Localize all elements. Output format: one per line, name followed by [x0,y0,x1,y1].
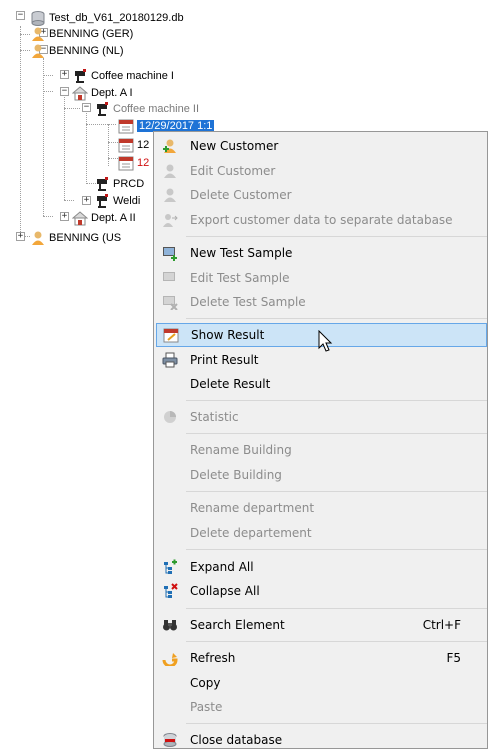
menu-item-expand-all[interactable]: Expand All [156,555,487,579]
tree-item-customer[interactable]: BENNING (US [30,229,121,246]
menu-item-refresh[interactable]: Refresh F5 [156,646,487,670]
binoculars-icon [162,617,178,633]
blank-icon [162,376,178,392]
pie-chart-icon [162,409,178,425]
tree-item-database[interactable]: Test_db_V61_20180129.db [30,9,184,26]
collapse-toggle[interactable]: − [60,87,69,96]
tree-line [20,26,21,234]
tree-item-test-sample[interactable]: PRCD [94,175,144,192]
menu-item-rename-building[interactable]: Rename Building [156,438,487,462]
tree-item-customer[interactable]: BENNING (GER) [30,25,133,42]
plug-icon [94,176,110,192]
add-customer-icon [162,138,178,154]
customer-icon [30,230,46,246]
tree-item-department[interactable]: Dept. A II [71,209,136,226]
mouse-pointer-icon [318,330,333,352]
tree-item-label: PRCD [113,177,145,190]
edit-customer-icon [162,163,178,179]
tree-item-label: 12 [137,156,150,169]
menu-item-new-test-sample[interactable]: New Test Sample [156,241,487,265]
tree-line [86,108,87,184]
delete-sample-icon [162,294,178,310]
tree-item-test-sample[interactable]: Coffee machine II [94,100,199,117]
blank-icon [162,675,178,691]
tree-item-label: Coffee machine I [91,69,174,82]
tree-item-label: BENNING (GER) [49,27,134,40]
tree-item-label: Dept. A I [91,86,133,99]
tree-line [43,58,44,216]
expand-toggle[interactable]: + [60,212,69,221]
calendar-icon [118,137,134,153]
edit-sample-icon [162,270,178,286]
menu-item-rename-department[interactable]: Rename department [156,496,487,520]
tree-item-label: BENNING (US [49,231,122,244]
building-icon [71,210,89,226]
tree-item-label: BENNING (NL) [49,44,124,57]
collapse-toggle[interactable]: − [16,11,25,20]
building-icon [71,85,89,101]
menu-item-delete-department[interactable]: Delete departement [156,521,487,545]
menu-item-statistic[interactable]: Statistic [156,405,487,429]
tree-item-test-sample[interactable]: Coffee machine I [72,67,174,84]
database-icon [30,10,46,26]
blank-icon [162,467,178,483]
menu-item-collapse-all[interactable]: Collapse All [156,579,487,603]
expand-tree-icon [162,559,178,575]
menu-item-delete-result[interactable]: Delete Result [156,372,487,396]
shortcut-label: F5 [446,651,461,665]
blank-icon [162,442,178,458]
tree-item-label: 12 [137,138,150,151]
plug-icon [94,193,110,209]
menu-item-new-customer[interactable]: New Customer [156,134,487,158]
show-result-icon [163,327,179,343]
refresh-icon [162,650,178,666]
close-database-icon [162,732,178,748]
customer-icon [30,26,46,42]
tree-item-label: Test_db_V61_20180129.db [49,11,184,24]
blank-icon [162,699,178,715]
tree-item-label: Coffee machine II [113,102,200,115]
tree-item-result[interactable]: 12 [118,154,149,171]
context-menu: New Customer Edit Customer Delete Custom… [153,131,488,749]
tree-item-customer[interactable]: BENNING (NL) [30,42,124,59]
plug-icon [94,101,110,117]
tree-item-result[interactable]: 12 [118,136,149,153]
menu-item-edit-test-sample[interactable]: Edit Test Sample [156,266,487,290]
tree-item-test-sample[interactable]: Weldi [94,192,140,209]
menu-item-delete-building[interactable]: Delete Building [156,463,487,487]
calendar-icon [118,155,134,171]
menu-item-copy[interactable]: Copy [156,671,487,695]
menu-item-export-customer[interactable]: Export customer data to separate databas… [156,208,487,232]
tree-item-label: Dept. A II [91,211,136,224]
collapse-toggle[interactable]: − [82,103,91,112]
blank-icon [162,525,178,541]
menu-item-search-element[interactable]: Search Element Ctrl+F [156,613,487,637]
tree-item-department[interactable]: Dept. A I [71,84,133,101]
blank-icon [162,500,178,516]
menu-item-delete-test-sample[interactable]: Delete Test Sample [156,290,487,314]
export-customer-icon [162,212,178,228]
tree-item-label: 12/29/2017 1:1 [137,119,215,132]
menu-item-delete-customer[interactable]: Delete Customer [156,183,487,207]
tree-item-label: Weldi [113,194,141,207]
new-sample-icon [162,245,178,261]
menu-item-paste[interactable]: Paste [156,695,487,719]
tree-line [108,124,109,166]
menu-item-edit-customer[interactable]: Edit Customer [156,159,487,183]
calendar-icon [118,118,134,134]
collapse-tree-icon [162,583,178,599]
expand-toggle[interactable]: + [82,196,91,205]
expand-toggle[interactable]: + [16,232,25,241]
menu-item-close-database[interactable]: Close database [156,728,487,752]
printer-icon [162,352,178,368]
plug-icon [72,68,88,84]
customer-icon [30,43,46,59]
shortcut-label: Ctrl+F [422,618,461,632]
expand-toggle[interactable]: + [60,70,69,79]
delete-customer-icon [162,187,178,203]
